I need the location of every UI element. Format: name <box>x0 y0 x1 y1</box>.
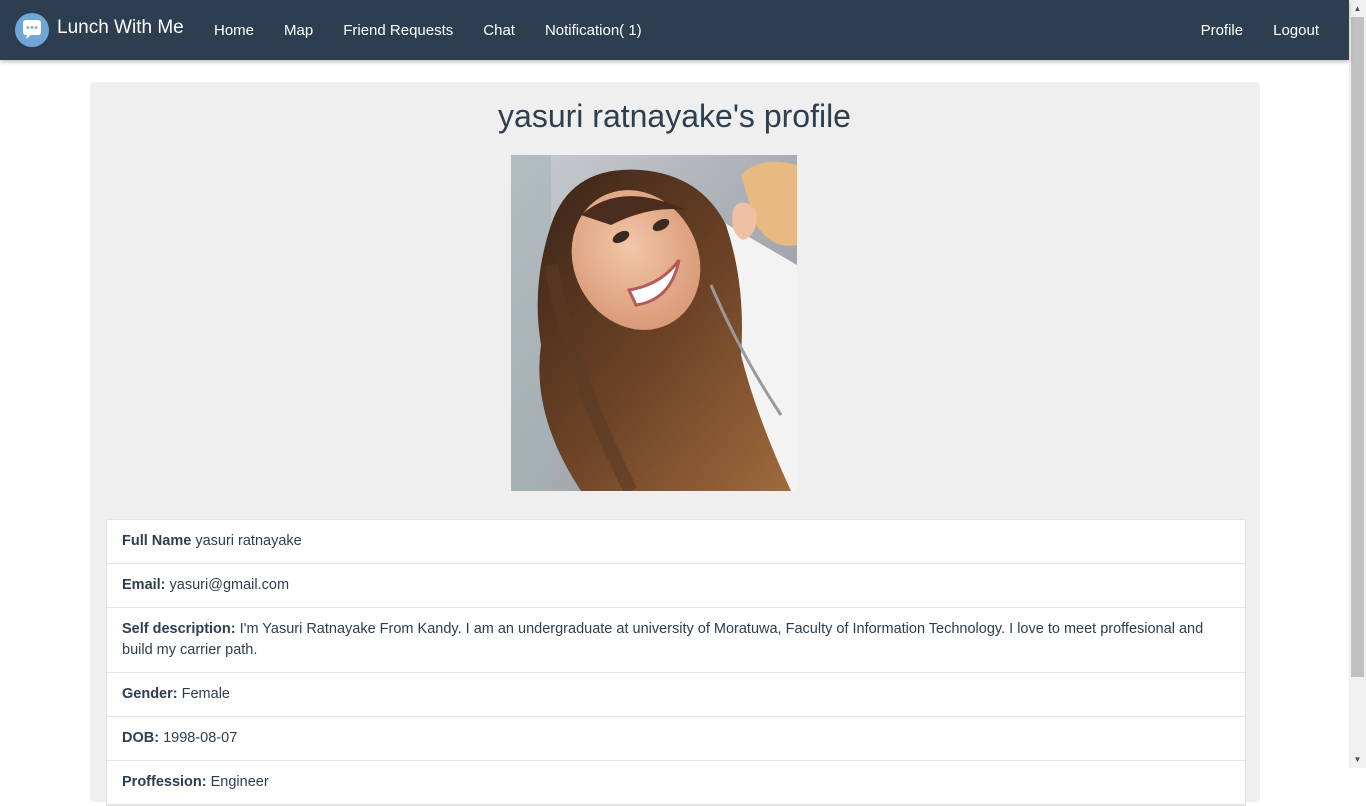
nav-friend-requests[interactable]: Friend Requests <box>328 22 468 39</box>
info-value: yasuri ratnayake <box>195 533 302 549</box>
brand-name[interactable]: Lunch With Me <box>57 17 184 39</box>
info-label: Self description: <box>122 621 236 637</box>
chat-bubble-icon <box>15 13 49 47</box>
user-nav: Profile Logout <box>1186 0 1334 60</box>
page-title: yasuri ratnayake's profile <box>498 98 851 134</box>
profile-info-list: Full Name yasuri ratnayake Email: yasuri… <box>106 519 1246 806</box>
scroll-up-arrow-icon[interactable]: ▲ <box>1349 0 1366 17</box>
info-label: Email: <box>122 577 166 593</box>
brand[interactable]: Lunch With Me <box>15 13 184 47</box>
info-row-gender: Gender: Female <box>107 673 1245 717</box>
main-nav: Home Map Friend Requests Chat Notificati… <box>199 0 657 60</box>
profile-photo <box>511 155 797 491</box>
info-row-full-name: Full Name yasuri ratnayake <box>107 520 1245 564</box>
info-label: Proffession: <box>122 774 207 790</box>
info-value: Female <box>181 686 230 702</box>
nav-map[interactable]: Map <box>269 22 328 39</box>
info-value: yasuri@gmail.com <box>169 577 290 593</box>
info-value: Engineer <box>210 774 269 790</box>
scroll-down-arrow-icon[interactable]: ▼ <box>1349 751 1366 768</box>
info-value: I'm Yasuri Ratnayake From Kandy. I am an… <box>122 621 1204 658</box>
nav-logout[interactable]: Logout <box>1258 22 1334 39</box>
page-scrollbar[interactable]: ▲ ▼ <box>1349 0 1366 768</box>
nav-chat[interactable]: Chat <box>468 22 530 39</box>
nav-notifications[interactable]: Notification( 1) <box>530 22 657 39</box>
info-row-self-description: Self description: I'm Yasuri Ratnayake F… <box>107 608 1245 673</box>
scrollbar-thumb[interactable] <box>1351 17 1364 677</box>
nav-home[interactable]: Home <box>199 22 269 39</box>
nav-profile[interactable]: Profile <box>1186 22 1259 39</box>
info-row-dob: DOB: 1998-08-07 <box>107 717 1245 761</box>
navbar: Lunch With Me Home Map Friend Requests C… <box>0 0 1349 60</box>
info-row-email: Email: yasuri@gmail.com <box>107 564 1245 608</box>
info-label: DOB: <box>122 730 160 746</box>
info-label: Gender: <box>122 686 178 702</box>
info-value: 1998-08-07 <box>163 730 238 746</box>
info-label: Full Name <box>122 533 192 549</box>
